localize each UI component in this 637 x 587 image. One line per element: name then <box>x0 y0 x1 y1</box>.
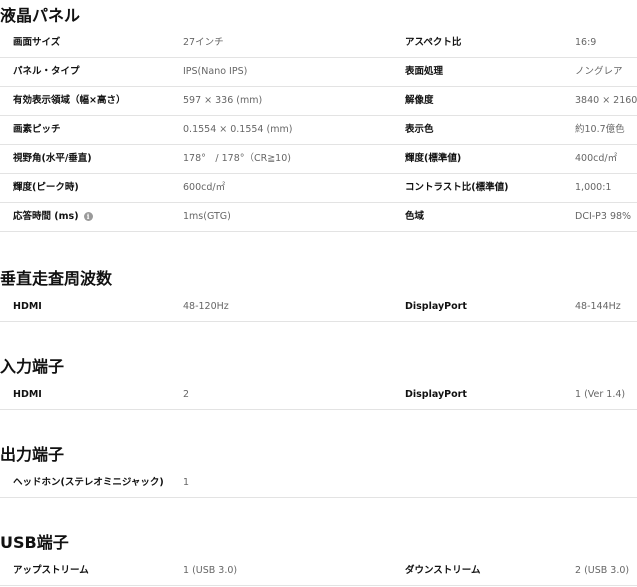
spec-label: 応答時間 (ms) i <box>13 202 93 231</box>
spec-value: 178° / 178°（CR≧10) <box>183 153 291 164</box>
spec-value: 400cd/㎡ <box>575 153 618 164</box>
spec-label: DisplayPort <box>405 301 467 312</box>
spec-row: パネル・タイプ IPS(Nano IPS) 表面処理 ノングレア <box>0 57 637 87</box>
spec-value: IPS(Nano IPS) <box>183 66 248 77</box>
spec-label: 表面処理 <box>405 66 444 77</box>
spec-label: HDMI <box>13 301 42 312</box>
spec-value: 48-120Hz <box>183 301 229 312</box>
spec-value: 16:9 <box>575 37 597 48</box>
spec-label: HDMI <box>13 389 42 400</box>
spec-value: 0.1554 × 0.1554 (mm) <box>183 124 293 135</box>
spec-value: 1 (USB 3.0) <box>183 565 238 576</box>
spec-label: 表示色 <box>405 124 434 135</box>
spec-row: ヘッドホン(ステレオミニジャック) 1 <box>0 468 637 498</box>
section-title-vfreq: 垂直走査周波数 <box>0 269 113 288</box>
section-title-input: 入力端子 <box>0 357 65 376</box>
spec-label: 輝度(標準値) <box>405 153 462 164</box>
spec-row: 輝度(ピーク時) 600cd/㎡ コントラスト比(標準値) 1,000:1 <box>0 173 637 203</box>
spec-label: 有効表示領域（幅×高さ） <box>13 95 126 106</box>
spec-row: 画面サイズ 27インチ アスペクト比 16:9 <box>0 28 637 58</box>
spec-value: 2 <box>183 389 190 400</box>
spec-label: アスペクト比 <box>405 37 462 48</box>
info-icon[interactable]: i <box>83 212 93 221</box>
spec-row: 有効表示領域（幅×高さ） 597 × 336 (mm) 解像度 3840 × 2… <box>0 86 637 116</box>
spec-value: 600cd/㎡ <box>183 182 226 193</box>
spec-label: ダウンストリーム <box>405 565 481 576</box>
spec-label: ヘッドホン(ステレオミニジャック) <box>13 477 164 488</box>
spec-value: 1 (Ver 1.4) <box>575 389 626 400</box>
spec-row: HDMI 48-120Hz DisplayPort 48-144Hz <box>0 292 637 322</box>
spec-label: 輝度(ピーク時) <box>13 182 79 193</box>
spec-value: 597 × 336 (mm) <box>183 95 263 106</box>
spec-value: 1 <box>183 477 190 488</box>
spec-label: 画素ピッチ <box>13 124 61 135</box>
section-title-usb: USB端子 <box>0 533 69 552</box>
spec-label: コントラスト比(標準値) <box>405 182 509 193</box>
spec-value: 27インチ <box>183 37 224 48</box>
section-title-output: 出力端子 <box>0 445 65 464</box>
spec-value: 3840 × 2160 <box>575 95 637 106</box>
spec-value: ノングレア <box>575 66 623 77</box>
spec-row: 画素ピッチ 0.1554 × 0.1554 (mm) 表示色 約10.7億色 <box>0 115 637 145</box>
spec-label: 色域 <box>405 211 425 222</box>
spec-value: 1,000:1 <box>575 182 612 193</box>
spec-row: HDMI 2 DisplayPort 1 (Ver 1.4) <box>0 380 637 410</box>
spec-row: 視野角(水平/垂直) 178° / 178°（CR≧10) 輝度(標準値) 40… <box>0 144 637 174</box>
spec-label: DisplayPort <box>405 389 467 400</box>
spec-value: 2 (USB 3.0) <box>575 565 630 576</box>
spec-label: 視野角(水平/垂直) <box>13 153 92 164</box>
spec-row: 応答時間 (ms) i 1ms(GTG) 色域 DCI-P3 98% <box>0 202 637 232</box>
spec-label-text: 応答時間 (ms) <box>13 211 79 222</box>
spec-label: パネル・タイプ <box>13 66 80 77</box>
spec-value: DCI-P3 98% <box>575 211 632 222</box>
section-title-panel: 液晶パネル <box>0 6 81 25</box>
spec-value: 48-144Hz <box>575 301 621 312</box>
spec-label: アップストリーム <box>13 565 89 576</box>
spec-label: 解像度 <box>405 95 434 106</box>
spec-row: アップストリーム 1 (USB 3.0) ダウンストリーム 2 (USB 3.0… <box>0 556 637 586</box>
spec-value: 約10.7億色 <box>575 124 625 135</box>
spec-value: 1ms(GTG) <box>183 211 231 222</box>
spec-label: 画面サイズ <box>13 37 61 48</box>
